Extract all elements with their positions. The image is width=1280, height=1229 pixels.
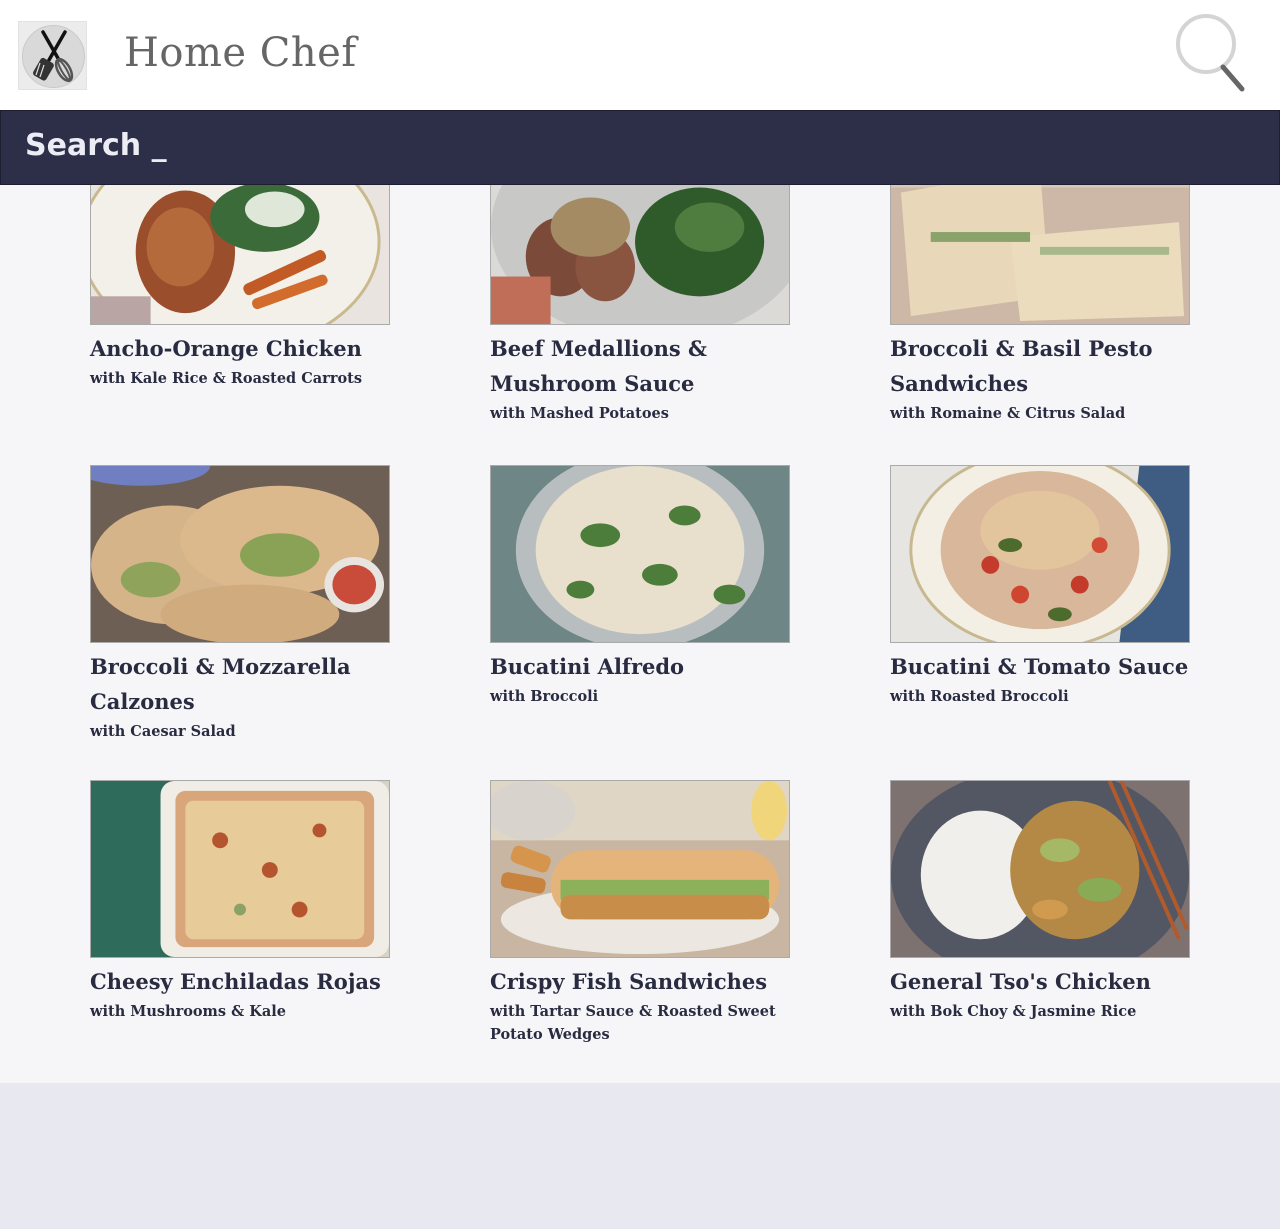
recipe-subtitle: with Kale Rice & Roasted Carrots [90,370,362,387]
recipe-grid: Ancho-Orange Chicken with Kale Rice & Ro… [0,185,1280,1083]
recipe-image[interactable] [890,780,1190,958]
recipe-title[interactable]: Bucatini Alfredo [490,649,790,684]
recipe-card[interactable]: Broccoli & Mozzarella Calzones with Caes… [90,465,390,743]
recipe-card[interactable]: Crispy Fish Sandwiches with Tartar Sauce… [490,780,790,1046]
magnifier-icon[interactable] [1170,10,1250,95]
recipe-card[interactable]: Bucatini & Tomato Sauce with Roasted Bro… [890,465,1190,708]
recipe-image[interactable] [890,465,1190,643]
recipe-subtitle: with Tartar Sauce & Roasted Sweet Potato… [490,1003,776,1043]
recipe-subtitle: with Romaine & Citrus Salad [890,405,1126,422]
recipe-subtitle: with Mashed Potatoes [490,405,669,422]
recipe-card[interactable]: Cheesy Enchiladas Rojas with Mushrooms &… [90,780,390,1023]
recipe-subtitle: with Bok Choy & Jasmine Rice [890,1003,1137,1020]
recipe-subtitle: with Roasted Broccoli [890,688,1069,705]
recipe-title[interactable]: Beef Medallions & Mushroom Sauce [490,331,790,401]
site-header: Home Chef [0,0,1280,110]
recipe-title[interactable]: Ancho-Orange Chicken [90,331,390,366]
recipe-image[interactable] [490,465,790,643]
search-input[interactable]: Search _ [25,128,167,163]
recipe-card[interactable]: Beef Medallions & Mushroom Sauce with Ma… [490,185,790,425]
recipe-image[interactable] [490,780,790,958]
recipe-image[interactable] [90,780,390,958]
recipe-image[interactable] [90,465,390,643]
recipe-subtitle: with Broccoli [490,688,599,705]
recipe-title[interactable]: Crispy Fish Sandwiches [490,964,790,999]
recipe-card[interactable]: Bucatini Alfredo with Broccoli [490,465,790,708]
recipe-subtitle: with Mushrooms & Kale [90,1003,286,1020]
recipe-image[interactable] [890,185,1190,325]
recipe-title[interactable]: Cheesy Enchiladas Rojas [90,964,390,999]
recipe-title[interactable]: Bucatini & Tomato Sauce [890,649,1190,684]
recipe-subtitle: with Caesar Salad [90,723,236,740]
recipe-title[interactable]: Broccoli & Mozzarella Calzones [90,649,390,719]
site-title: Home Chef [124,30,357,76]
recipe-card[interactable]: Ancho-Orange Chicken with Kale Rice & Ro… [90,185,390,390]
search-bar[interactable]: Search _ [0,110,1280,185]
recipe-image[interactable] [490,185,790,325]
recipe-image[interactable] [90,185,390,325]
recipe-card[interactable]: General Tso's Chicken with Bok Choy & Ja… [890,780,1190,1023]
recipe-title[interactable]: General Tso's Chicken [890,964,1190,999]
crossed-utensils-icon[interactable] [18,21,87,90]
recipe-title[interactable]: Broccoli & Basil Pesto Sandwiches [890,331,1190,401]
recipe-card[interactable]: Broccoli & Basil Pesto Sandwiches with R… [890,185,1190,425]
